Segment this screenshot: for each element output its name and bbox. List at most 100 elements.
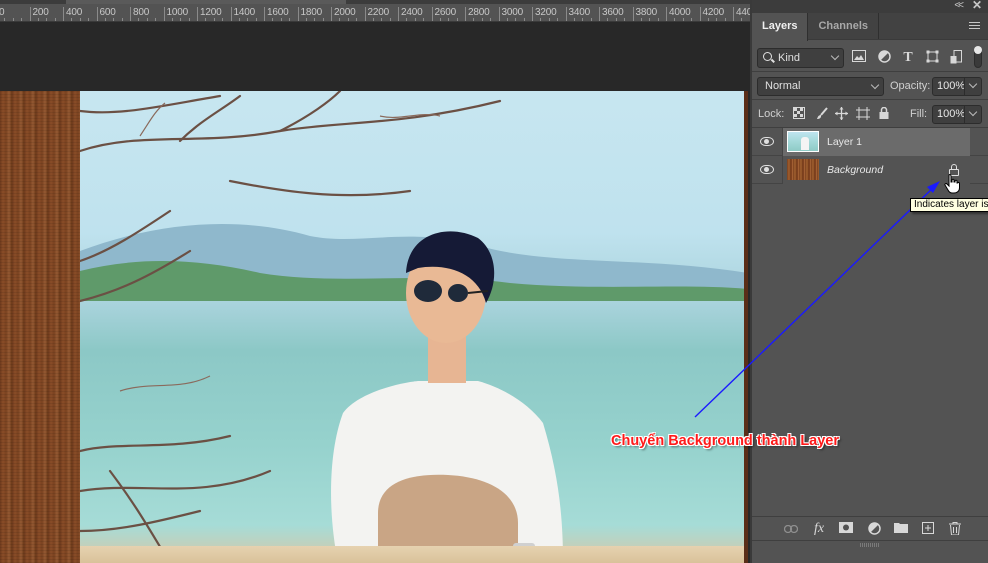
chevron-down-icon — [968, 107, 978, 117]
filter-kind-label: Kind — [778, 52, 801, 64]
opacity-field[interactable]: 100% — [932, 77, 982, 96]
ruler-minor-tick — [389, 18, 391, 21]
ruler-minor-tick — [314, 18, 316, 21]
ruler-minor-tick — [322, 18, 324, 21]
ruler-minor-tick — [238, 18, 240, 21]
ruler-tick-label: 2800 — [465, 7, 490, 21]
ruler-minor-tick — [406, 18, 408, 21]
photo-thumbnail — [787, 131, 819, 152]
document-canvas[interactable] — [0, 23, 750, 563]
adjustment-layer-icon[interactable] — [866, 522, 882, 536]
tab-layers[interactable]: Layers — [752, 13, 809, 41]
hand-cursor-icon — [944, 174, 960, 194]
search-icon — [763, 52, 772, 61]
ruler-minor-tick — [155, 18, 157, 21]
ruler-minor-tick — [582, 18, 584, 21]
ruler-minor-tick — [205, 18, 207, 21]
ruler-minor-tick — [213, 18, 215, 21]
ruler-minor-tick — [104, 18, 106, 21]
panel-resize-handle[interactable] — [752, 540, 988, 563]
ruler-minor-tick — [4, 18, 6, 21]
ruler-minor-tick — [423, 18, 425, 21]
ruler-minor-tick — [481, 18, 483, 21]
opacity-label: Opacity: — [890, 80, 931, 92]
ruler-minor-tick — [289, 18, 291, 21]
filter-toggle-switch[interactable] — [974, 46, 982, 68]
ruler-minor-tick — [691, 18, 693, 21]
fill-field[interactable]: 100% — [932, 105, 982, 124]
ruler-minor-tick — [548, 18, 550, 21]
trash-icon[interactable] — [947, 522, 963, 536]
mask-icon[interactable] — [838, 522, 854, 536]
lock-all-icon[interactable] — [877, 106, 891, 121]
wood-edge-right — [744, 91, 748, 563]
eye-icon[interactable] — [760, 165, 774, 174]
horizontal-ruler[interactable]: 0200400600800100012001400160018002000220… — [0, 0, 750, 22]
ruler-tick-label: 1600 — [264, 7, 289, 21]
collapse-panel-button[interactable]: << — [954, 0, 964, 12]
ruler-tick-label: 3400 — [565, 7, 590, 21]
fill-dropdown-button[interactable] — [964, 105, 981, 124]
ruler-tick-label: 1400 — [230, 7, 255, 21]
new-layer-icon[interactable] — [920, 522, 936, 536]
ruler-minor-tick — [339, 18, 341, 21]
shape-filter-icon[interactable] — [924, 50, 940, 66]
layer-body[interactable]: Layer 1 — [782, 128, 970, 156]
lock-position-icon[interactable] — [834, 107, 848, 121]
ruler-minor-tick — [615, 18, 617, 21]
ruler-tick-label: 1200 — [197, 7, 222, 21]
ruler-minor-tick — [171, 18, 173, 21]
lock-image-pixels-icon[interactable] — [815, 107, 829, 121]
ruler-minor-tick — [272, 18, 274, 21]
tab-channels[interactable]: Channels — [808, 13, 879, 39]
ruler-minor-tick — [222, 18, 224, 21]
filter-kind-select[interactable]: Kind — [757, 48, 844, 68]
ruler-minor-tick — [372, 18, 374, 21]
eye-icon[interactable] — [760, 137, 774, 146]
man-figure — [331, 231, 563, 563]
lock-artboard-icon[interactable] — [856, 107, 870, 121]
fx-icon[interactable]: fx — [811, 522, 827, 536]
ruler-minor-tick — [180, 18, 182, 21]
folder-icon[interactable] — [893, 522, 909, 536]
panel-menu-icon[interactable] — [969, 22, 980, 31]
ruler-minor-tick — [624, 18, 626, 21]
ruler-minor-tick — [716, 18, 718, 21]
ruler-minor-tick — [439, 18, 441, 21]
layers-panel: << ✕ Layers Channels Kind T Normal Opaci… — [750, 0, 988, 563]
blend-mode-select[interactable]: Normal — [757, 77, 884, 96]
close-panel-button[interactable]: ✕ — [972, 0, 982, 12]
panel-bottom-toolbar: fx — [752, 516, 988, 540]
image-filter-icon[interactable] — [851, 50, 867, 66]
lock-transparent-pixels-icon[interactable] — [792, 107, 806, 121]
ruler-tick-label: 4000 — [666, 7, 691, 21]
link-icon[interactable] — [783, 522, 799, 536]
layer-row-layer-1[interactable]: Layer 1 — [752, 128, 988, 156]
smart-object-filter-icon[interactable] — [948, 50, 964, 66]
layer-body[interactable]: Background — [782, 156, 970, 184]
adjustment-filter-icon[interactable] — [876, 50, 892, 66]
ruler-minor-tick — [590, 18, 592, 21]
ruler-minor-tick — [113, 18, 115, 21]
fill-value: 100% — [937, 108, 966, 120]
blend-mode-value: Normal — [765, 80, 801, 92]
ruler-minor-tick — [381, 18, 383, 21]
ruler-minor-tick — [506, 18, 508, 21]
chevron-down-icon — [830, 51, 840, 61]
scrollbar-thumb[interactable] — [66, 0, 346, 4]
ruler-minor-tick — [573, 18, 575, 21]
layer-name: Background — [827, 164, 884, 176]
chevron-down-icon — [870, 80, 880, 90]
ruler-minor-tick — [448, 18, 450, 21]
opacity-dropdown-button[interactable] — [964, 77, 981, 96]
ruler-minor-tick — [188, 18, 190, 21]
panel-header-bar: << ✕ — [752, 0, 988, 13]
ruler-minor-tick — [674, 18, 676, 21]
ruler-minor-tick — [607, 18, 609, 21]
horizontal-scrollbar[interactable] — [0, 0, 750, 4]
ruler-tick-label: 3000 — [498, 7, 523, 21]
ruler-minor-tick — [280, 18, 282, 21]
ruler-tick-label: 3200 — [532, 7, 557, 21]
layer-name: Layer 1 — [827, 136, 863, 148]
type-filter-icon[interactable]: T — [900, 50, 916, 66]
